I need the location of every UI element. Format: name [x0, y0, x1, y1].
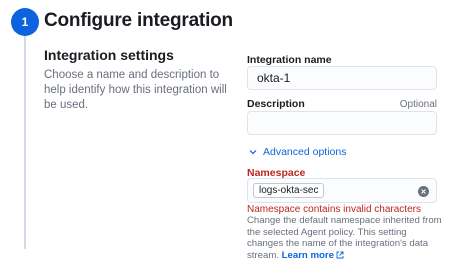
- namespace-combobox[interactable]: logs-okta-sec: [247, 178, 437, 203]
- clear-icon[interactable]: [418, 186, 429, 197]
- step-title: Configure integration: [44, 10, 233, 31]
- step-number-badge: 1: [11, 8, 39, 36]
- description-label: Description: [247, 98, 305, 110]
- section-title: Integration settings: [44, 47, 174, 63]
- step-rail: [24, 34, 26, 249]
- namespace-error: Namespace contains invalid characters: [247, 204, 421, 215]
- advanced-options-toggle[interactable]: Advanced options: [249, 146, 346, 158]
- integration-name-label: Integration name: [247, 54, 332, 66]
- close-icon: [421, 189, 426, 194]
- advanced-options-label: Advanced options: [263, 146, 347, 158]
- chevron-down-icon: [249, 150, 257, 155]
- integration-name-input[interactable]: okta-1: [247, 66, 437, 90]
- description-optional: Optional: [399, 99, 437, 110]
- learn-more-label: Learn more: [281, 249, 334, 261]
- learn-more-link[interactable]: Learn more: [282, 250, 344, 261]
- namespace-help: Change the default namespace inherited f…: [247, 215, 442, 261]
- section-description: Choose a name and description to help id…: [44, 69, 227, 111]
- description-input[interactable]: [247, 111, 437, 135]
- namespace-chip[interactable]: logs-okta-sec: [253, 183, 325, 198]
- external-link-icon: [336, 251, 344, 259]
- namespace-help-text: Change the default namespace inherited f…: [247, 215, 442, 261]
- integration-name-value: okta-1: [257, 71, 291, 85]
